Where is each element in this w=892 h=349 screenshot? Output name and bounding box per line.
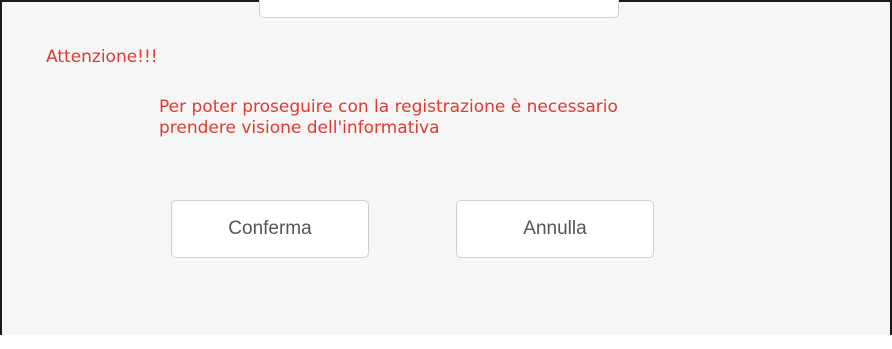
dialog-title: Attenzione!!! bbox=[46, 47, 158, 67]
cancel-button[interactable]: Annulla bbox=[456, 200, 654, 258]
confirm-button[interactable]: Conferma bbox=[171, 200, 369, 258]
dialog-message: Per poter proseguire con la registrazion… bbox=[159, 97, 618, 138]
alert-dialog: Attenzione!!! Per poter proseguire con l… bbox=[0, 0, 892, 335]
top-input-field[interactable] bbox=[259, 0, 619, 18]
